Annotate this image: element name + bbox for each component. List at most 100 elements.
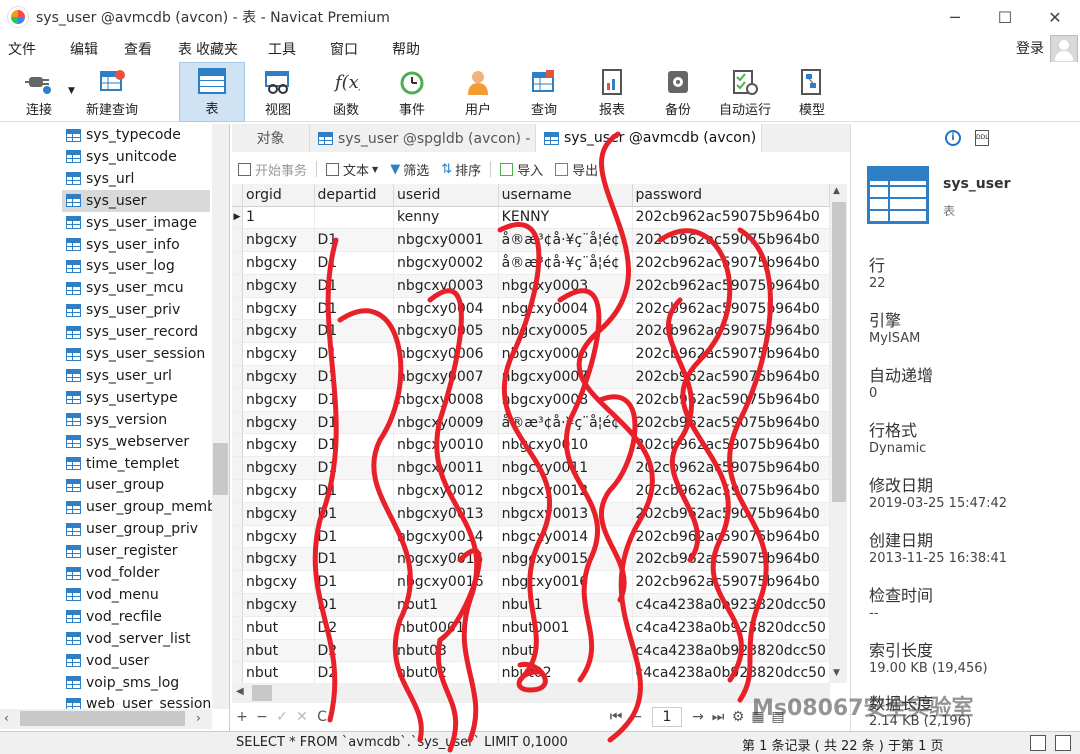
grid-horizontal-scrollbar[interactable] — [232, 683, 830, 703]
table-row[interactable]: nbgcxy D1 nbgcxy0015 nbgcxy0015 202cb962ac59… — [232, 547, 830, 572]
cell-username[interactable]: nbgcxy0010 — [498, 433, 633, 458]
delete-record-button[interactable]: − — [252, 709, 272, 725]
cell-username[interactable]: nbut0001 — [498, 616, 633, 640]
cell-username[interactable]: nbgcxy0004 — [498, 297, 633, 321]
cell-password[interactable]: 202cb962ac59075b964b0 — [632, 547, 830, 572]
tool-model[interactable]: 模型 — [784, 62, 840, 122]
menu-file[interactable]: 文件 — [0, 39, 44, 59]
sidebar-item-time-templet[interactable]: time_templet — [66, 453, 179, 475]
cell-userid[interactable]: nbut03 — [393, 639, 499, 663]
row-marker[interactable] — [232, 456, 243, 481]
table-row[interactable]: nbgcxy D1 nbgcxy0002 å®æ³¢å·¥ç¨å­¦é¢ 202cb96… — [232, 251, 830, 275]
row-marker[interactable] — [232, 639, 243, 663]
column-header-userid[interactable]: userid — [393, 184, 499, 207]
cell-userid[interactable]: nbgcxy0008 — [393, 388, 499, 412]
cell-username[interactable]: nbut1 — [498, 593, 633, 617]
cell-username[interactable]: KENNY — [498, 206, 633, 230]
cell-departid[interactable]: D1 — [314, 297, 395, 321]
cell-orgid[interactable]: 1 — [242, 206, 315, 230]
sidebar-item-vod-user[interactable]: vod_user — [66, 650, 149, 672]
cell-password[interactable]: 202cb962ac59075b964b0 — [632, 570, 830, 595]
cell-departid[interactable]: D1 — [314, 593, 395, 617]
cell-username[interactable]: nbgcxy0011 — [498, 456, 633, 481]
cell-userid[interactable]: nbgcxy0002 — [393, 251, 499, 275]
cell-userid[interactable]: nbgcxy0006 — [393, 342, 499, 367]
cell-departid[interactable]: D1 — [314, 570, 395, 595]
row-marker[interactable] — [232, 525, 243, 549]
tool-new-query[interactable]: 新建查询 — [80, 62, 144, 122]
sidebar-vertical-scrollbar[interactable] — [212, 124, 229, 709]
column-header-username[interactable]: username — [498, 184, 633, 207]
cell-departid[interactable]: D1 — [314, 388, 395, 412]
cell-username[interactable]: nbgcxy0012 — [498, 479, 633, 503]
sidebar-item-sys-user[interactable]: sys_user — [62, 189, 210, 212]
cell-password[interactable]: 202cb962ac59075b964b0 — [632, 388, 830, 412]
cell-orgid[interactable]: nbgcxy — [242, 593, 315, 617]
filter-button[interactable]: ▼ 筛选 — [384, 160, 435, 179]
cell-orgid[interactable]: nbgcxy — [242, 388, 315, 412]
cell-password[interactable]: 202cb962ac59075b964b0 — [632, 274, 830, 298]
sidebar-item-sys-webserver[interactable]: sys_webserver — [66, 431, 189, 453]
cell-password[interactable]: 202cb962ac59075b964b0 — [632, 479, 830, 503]
cell-orgid[interactable]: nbgcxy — [242, 365, 315, 389]
row-marker[interactable] — [232, 251, 243, 275]
table-row[interactable]: nbgcxy D1 nbgcxy0014 nbgcxy0014 202cb962ac59… — [232, 525, 830, 549]
row-marker[interactable] — [232, 297, 243, 321]
tab-sys-user-avmcdb[interactable]: sys_user @avmcdb (avcon) -... — [536, 124, 762, 152]
cell-username[interactable]: nbut02 — [498, 661, 633, 683]
table-row[interactable]: nbut D2 nbut03 nbut c4ca4238a0b923820dcc50 — [232, 639, 830, 663]
table-row[interactable]: nbgcxy D1 nbgcxy0005 nbgcxy0005 202cb962ac59… — [232, 319, 830, 344]
table-row[interactable]: nbgcxy D1 nbgcxy0010 nbgcxy0010 202cb962ac59… — [232, 433, 830, 458]
row-marker[interactable] — [232, 661, 243, 683]
export-button[interactable]: 导出 — [549, 160, 604, 179]
cell-username[interactable]: nbgcxy0006 — [498, 342, 633, 367]
sidebar-scroll-thumb[interactable] — [213, 443, 228, 495]
cell-username[interactable]: nbgcxy0014 — [498, 525, 633, 549]
cell-username[interactable]: nbgcxy0007 — [498, 365, 633, 389]
cell-orgid[interactable]: nbut — [242, 616, 315, 640]
cell-departid[interactable]: D1 — [314, 319, 395, 344]
table-row[interactable]: nbgcxy D1 nbgcxy0003 nbgcxy0003 202cb962ac59… — [232, 274, 830, 298]
scroll-left-arrow-icon[interactable]: ‹ — [4, 711, 9, 725]
cell-password[interactable]: 202cb962ac59075b964b0 — [632, 342, 830, 367]
cell-departid[interactable]: D1 — [314, 456, 395, 481]
table-row[interactable]: nbut D2 nbut0001 nbut0001 c4ca4238a0b923820d… — [232, 616, 830, 640]
chevron-down-icon[interactable]: ▼ — [68, 86, 75, 96]
cell-userid[interactable]: nbgcxy0012 — [393, 479, 499, 503]
cell-orgid[interactable]: nbgcxy — [242, 456, 315, 481]
tool-backup[interactable]: 备份 — [650, 62, 706, 122]
cell-password[interactable]: c4ca4238a0b923820dcc50 — [632, 661, 830, 683]
ddl-icon[interactable]: DDL — [975, 130, 989, 146]
page-number-input[interactable]: 1 — [652, 707, 682, 727]
cell-userid[interactable]: nbgcxy0007 — [393, 365, 499, 389]
row-marker[interactable] — [232, 342, 243, 367]
cell-username[interactable]: nbgcxy0016 — [498, 570, 633, 595]
sidebar-hscroll-thumb[interactable] — [20, 711, 185, 726]
tool-user[interactable]: 用户 — [450, 62, 506, 122]
cell-userid[interactable]: nbgcxy0010 — [393, 433, 499, 458]
tool-connect[interactable]: 连接 — [14, 62, 64, 122]
column-header-departid[interactable]: departid — [314, 184, 395, 207]
column-header-password[interactable]: password — [632, 184, 830, 207]
cell-userid[interactable]: nbgcxy0016 — [393, 570, 499, 595]
cell-password[interactable]: 202cb962ac59075b964b0 — [632, 411, 830, 435]
sidebar-item-sys-user-url[interactable]: sys_user_url — [66, 365, 172, 387]
cell-orgid[interactable]: nbgcxy — [242, 251, 315, 275]
cell-departid[interactable]: D2 — [314, 616, 395, 640]
close-button[interactable]: ✕ — [1030, 0, 1080, 34]
cell-username[interactable]: nbgcxy0003 — [498, 274, 633, 298]
sidebar-item-vod-folder[interactable]: vod_folder — [66, 562, 159, 584]
row-marker[interactable] — [232, 570, 243, 595]
cell-orgid[interactable]: nbgcxy — [242, 502, 315, 526]
row-marker[interactable] — [232, 388, 243, 412]
cell-password[interactable]: 202cb962ac59075b964b0 — [632, 502, 830, 526]
table-row[interactable]: nbgcxy D1 nbgcxy0006 nbgcxy0006 202cb962ac59… — [232, 342, 830, 367]
row-marker[interactable] — [232, 433, 243, 458]
tool-function[interactable]: f(x) 函数 — [318, 62, 374, 122]
sidebar-item-sys-user-log[interactable]: sys_user_log — [66, 255, 175, 277]
grid-hscroll-thumb[interactable] — [252, 685, 272, 701]
cell-password[interactable]: 202cb962ac59075b964b0 — [632, 525, 830, 549]
first-page-icon[interactable]: ⏮ — [606, 709, 626, 725]
cell-userid[interactable]: nbgcxy0005 — [393, 319, 499, 344]
login-link[interactable]: 登录 — [1016, 38, 1044, 58]
